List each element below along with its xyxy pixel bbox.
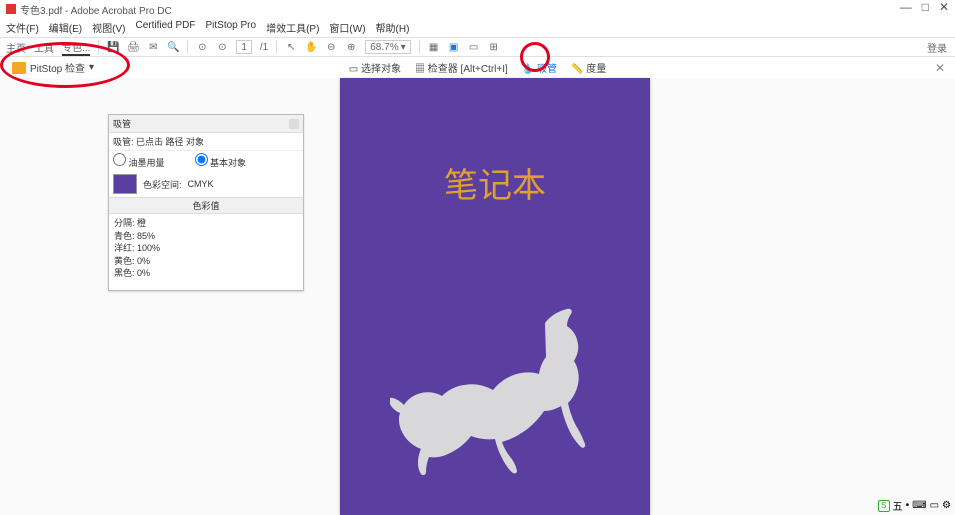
- tab-tools[interactable]: 工具: [34, 40, 54, 55]
- radio-basic[interactable]: 基本对象: [195, 153, 247, 169]
- panel-title: 吸管: [113, 117, 131, 130]
- tab-document[interactable]: 专色...: [62, 39, 90, 56]
- close-button[interactable]: ✕: [939, 0, 949, 14]
- color-swatch: [113, 174, 137, 194]
- app-icon: [6, 4, 16, 14]
- menu-bar: 文件(F) 编辑(E) 视图(V) Certified PDF PitStop …: [0, 18, 955, 37]
- workspace: 笔记本 吸管 吸管: 已点击 路径 对象 油墨用量 基本对象 色彩空间: CMY…: [0, 78, 955, 515]
- panel-close-icon[interactable]: [289, 119, 299, 129]
- menu-edit[interactable]: 编辑(E): [49, 20, 82, 35]
- eyedropper-panel[interactable]: 吸管 吸管: 已点击 路径 对象 油墨用量 基本对象 色彩空间: CMYK 色彩…: [108, 114, 304, 291]
- close-toolbar-button[interactable]: ✕: [935, 61, 945, 75]
- ime-dot2[interactable]: ⌨: [912, 500, 926, 511]
- val-sep: 分隔: 橙: [114, 217, 298, 230]
- tab-home[interactable]: 主页: [6, 40, 26, 55]
- pitstop-toolbar: PitStop 检查 ▾ ▭ 选择对象 ▦ 检查器 [Alt+Ctrl+I] 💧…: [0, 57, 955, 79]
- search-icon[interactable]: 🔍: [167, 41, 179, 53]
- color-values-header: 色彩值: [109, 197, 303, 214]
- panel-status: 吸管: 已点击 路径 对象: [109, 133, 303, 151]
- fit-icon[interactable]: ▦: [428, 41, 440, 53]
- menu-file[interactable]: 文件(F): [6, 20, 39, 35]
- menu-certified[interactable]: Certified PDF: [135, 20, 195, 35]
- scroll-icon[interactable]: ⊞: [488, 41, 500, 53]
- menu-help[interactable]: 帮助(H): [376, 20, 410, 35]
- chevron-down-icon: ▾: [89, 62, 94, 73]
- view-icon[interactable]: ▭: [468, 41, 480, 53]
- zoom-out-icon[interactable]: ⊖: [325, 41, 337, 53]
- colorspace-label: 色彩空间:: [143, 178, 182, 191]
- measure-tool[interactable]: 📏 度量: [571, 60, 606, 75]
- menu-window[interactable]: 窗口(W): [329, 20, 365, 35]
- page-total: /1: [260, 42, 268, 53]
- ime-label: 五: [893, 498, 903, 513]
- val-magenta: 洋红: 100%: [114, 242, 298, 255]
- pitstop-check-button[interactable]: PitStop 检查 ▾: [4, 58, 102, 77]
- title-bar: 专色3.pdf - Adobe Acrobat Pro DC — □ ✕: [0, 0, 955, 18]
- page-down-icon[interactable]: ⊙: [216, 41, 228, 53]
- print-icon[interactable]: 🖨: [127, 41, 139, 53]
- select-object-tool[interactable]: ▭ 选择对象: [349, 60, 401, 75]
- page-input[interactable]: 1: [236, 40, 252, 54]
- radio-ink[interactable]: 油墨用量: [113, 153, 165, 169]
- hand-icon[interactable]: ✋: [305, 41, 317, 53]
- ime-icon[interactable]: S: [878, 500, 890, 512]
- window-title: 专色3.pdf - Adobe Acrobat Pro DC: [20, 2, 172, 17]
- document-title: 笔记本: [340, 158, 650, 207]
- inspector-tool[interactable]: ▦ 检查器 [Alt+Ctrl+I]: [415, 60, 508, 75]
- panel-header[interactable]: 吸管: [109, 115, 303, 133]
- zoom-in-icon[interactable]: ⊕: [345, 41, 357, 53]
- eyedropper-tool[interactable]: 💧 吸管: [522, 60, 557, 75]
- folder-icon: [12, 62, 26, 74]
- menu-pitstop[interactable]: PitStop Pro: [205, 20, 256, 35]
- maximize-button[interactable]: □: [922, 0, 929, 14]
- layout-icon[interactable]: ▣: [448, 41, 460, 53]
- val-yellow: 黄色: 0%: [114, 255, 298, 268]
- val-black: 黑色: 0%: [114, 267, 298, 280]
- mail-icon[interactable]: ✉: [147, 41, 159, 53]
- pointer-icon[interactable]: ↖: [285, 41, 297, 53]
- zoom-select[interactable]: 68.7%▾: [365, 40, 410, 54]
- radio-ink-input[interactable]: [113, 153, 126, 166]
- login-link[interactable]: 登录: [927, 40, 947, 55]
- val-cyan: 青色: 85%: [114, 230, 298, 243]
- horse-graphic: [390, 308, 600, 478]
- document-page[interactable]: 笔记本: [340, 78, 650, 515]
- menu-view[interactable]: 视图(V): [92, 20, 125, 35]
- pitstop-label: PitStop 检查: [30, 60, 85, 75]
- ime-dot1[interactable]: •: [906, 500, 910, 511]
- page-up-icon[interactable]: ⊙: [196, 41, 208, 53]
- main-toolbar: 主页 工具 专色... 💾 🖨 ✉ 🔍 ⊙ ⊙ 1 /1 ↖ ✋ ⊖ ⊕ 68.…: [0, 37, 955, 57]
- minimize-button[interactable]: —: [900, 0, 912, 14]
- menu-plugins[interactable]: 增效工具(P): [266, 20, 319, 35]
- colorspace-value: CMYK: [188, 179, 214, 189]
- ime-status-bar[interactable]: S 五 • ⌨ ▭ ⚙: [878, 498, 951, 513]
- color-values: 分隔: 橙 青色: 85% 洋红: 100% 黄色: 0% 黑色: 0%: [109, 214, 303, 290]
- radio-basic-input[interactable]: [195, 153, 208, 166]
- ime-dot3[interactable]: ▭: [930, 500, 939, 511]
- save-icon[interactable]: 💾: [107, 41, 119, 53]
- ime-dot4[interactable]: ⚙: [942, 500, 951, 511]
